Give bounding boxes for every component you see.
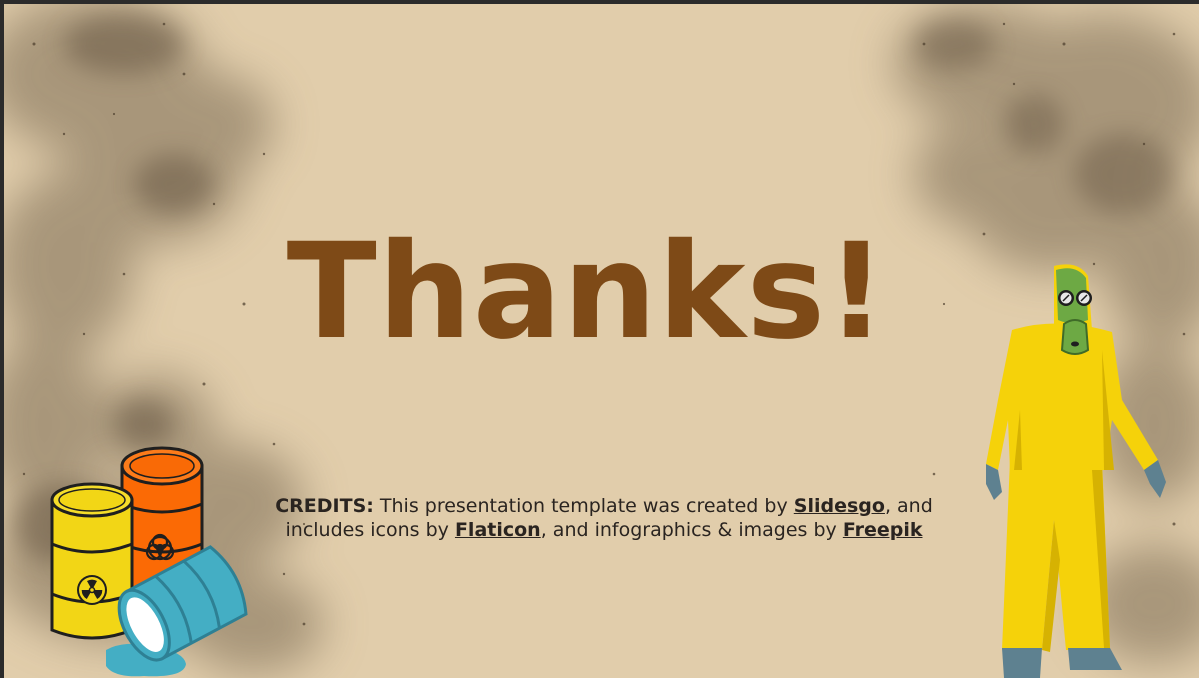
credits-text-1: This presentation template was created b… <box>373 495 794 517</box>
freepik-link[interactable]: Freepik <box>843 519 923 541</box>
left-boot <box>1002 648 1042 678</box>
right-boot <box>1068 648 1122 670</box>
slide: Thanks! CREDITS: This presentation templ… <box>4 4 1199 678</box>
slidesgo-link[interactable]: Slidesgo <box>794 495 885 517</box>
credits-text: CREDITS: This presentation template was … <box>254 494 954 542</box>
flaticon-link[interactable]: Flaticon <box>455 519 541 541</box>
credits-text-4: , and infographics & images by <box>540 519 843 541</box>
hazmat-worker-illustration <box>986 264 1166 678</box>
toxic-barrels-illustration <box>50 446 248 677</box>
left-glove <box>986 464 1002 500</box>
radiation-icon <box>77 575 107 605</box>
credits-text-3: includes icons by <box>285 519 455 541</box>
credits-text-2: , and <box>884 495 933 517</box>
credits-label: CREDITS: <box>275 495 374 517</box>
